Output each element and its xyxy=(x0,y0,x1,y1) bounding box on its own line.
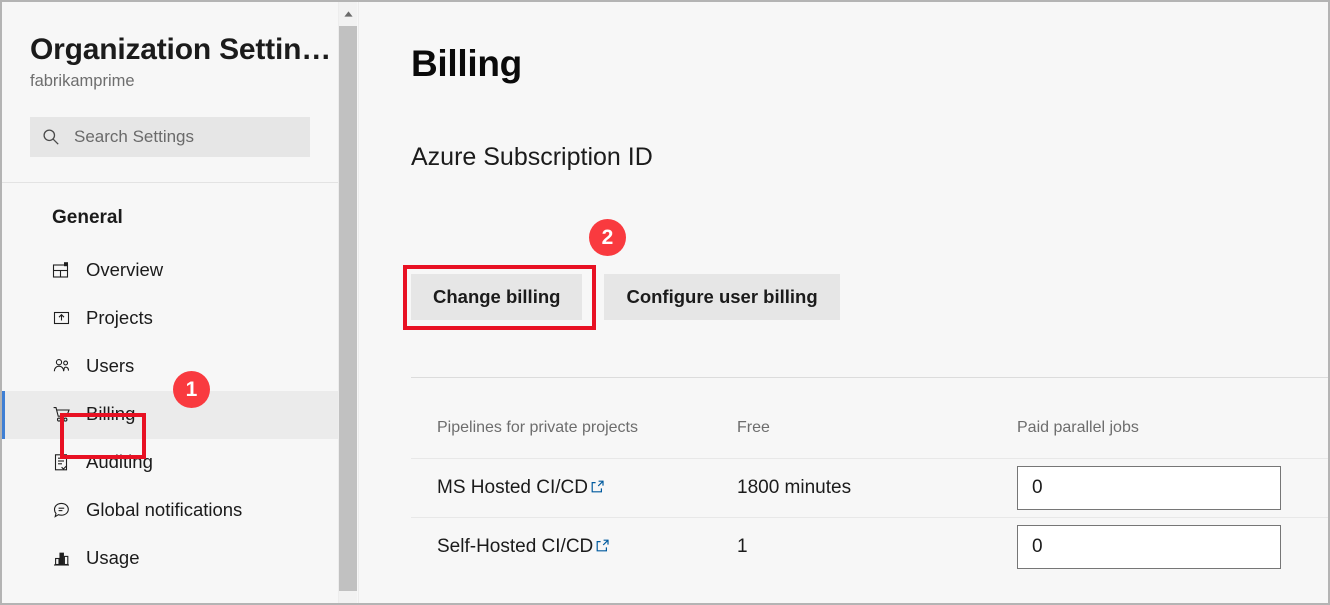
settings-sidebar: Organization Settin… fabrikamprime Searc… xyxy=(2,2,338,603)
sidebar-item-auditing[interactable]: Auditing xyxy=(2,439,338,487)
sidebar-item-label: Users xyxy=(86,355,135,377)
scroll-up-button[interactable] xyxy=(339,2,357,23)
sidebar-item-label: Projects xyxy=(86,307,153,329)
table-header-row: Pipelines for private projects Free Paid… xyxy=(411,408,1328,459)
organization-header: Organization Settin… fabrikamprime xyxy=(2,2,338,93)
column-header-free: Free xyxy=(737,419,770,436)
sidebar-item-label: Auditing xyxy=(86,451,153,473)
organization-name: fabrikamprime xyxy=(30,72,135,91)
pipelines-billing-table: Pipelines for private projects Free Paid… xyxy=(411,408,1328,577)
search-placeholder-text: Search Settings xyxy=(74,127,195,147)
link-label: Self-Hosted CI/CD xyxy=(437,536,594,558)
column-header-paid-parallel-jobs: Paid parallel jobs xyxy=(1017,419,1139,436)
cell-pipeline-name: MS Hosted CI/CD xyxy=(411,458,711,518)
sidebar-item-label: Overview xyxy=(86,259,164,281)
overview-grid-icon xyxy=(52,261,71,280)
users-people-icon xyxy=(52,357,71,376)
billing-cart-icon xyxy=(52,405,71,424)
paid-parallel-jobs-input[interactable] xyxy=(1017,466,1281,510)
projects-upload-box-icon xyxy=(52,309,71,328)
sidebar-item-projects[interactable]: Projects xyxy=(2,295,338,343)
sidebar-item-users[interactable]: Users xyxy=(2,343,338,391)
usage-bar-chart-icon xyxy=(52,549,71,568)
section-title-azure-subscription-id: Azure Subscription ID xyxy=(411,143,653,171)
cell-free-allowance: 1800 minutes xyxy=(711,458,991,518)
sidebar-item-global-notifications[interactable]: Global notifications xyxy=(2,487,338,535)
cell-paid-parallel-jobs xyxy=(991,458,1328,518)
organization-title: Organization Settin… xyxy=(30,33,332,66)
external-link-icon xyxy=(595,537,610,552)
self-hosted-cicd-link[interactable]: Self-Hosted CI/CD xyxy=(437,536,610,558)
configure-user-billing-button[interactable]: Configure user billing xyxy=(604,274,840,320)
auditing-clipboard-check-icon xyxy=(52,453,71,472)
cell-free-allowance: 1 xyxy=(711,517,991,577)
sidebar-item-overview[interactable]: Overview xyxy=(2,247,338,295)
table-row: MS Hosted CI/CD 1800 minutes xyxy=(411,458,1328,518)
sidebar-item-usage[interactable]: Usage xyxy=(2,535,338,583)
cell-pipeline-name: Self-Hosted CI/CD xyxy=(411,517,711,577)
sidebar-group-general: General xyxy=(52,206,123,228)
ms-hosted-cicd-link[interactable]: MS Hosted CI/CD xyxy=(437,477,605,499)
table-row: Self-Hosted CI/CD 1 xyxy=(411,517,1328,577)
sidebar-scrollbar[interactable] xyxy=(338,2,357,603)
organization-settings-window: Organization Settin… fabrikamprime Searc… xyxy=(0,0,1330,605)
paid-parallel-jobs-input[interactable] xyxy=(1017,525,1281,570)
billing-main-content: Billing Azure Subscription ID Change bil… xyxy=(359,2,1328,603)
notifications-speech-bubble-icon xyxy=(52,501,71,520)
sidebar-item-label: Usage xyxy=(86,547,140,569)
external-link-icon xyxy=(590,478,605,493)
chevron-up-icon xyxy=(343,4,353,22)
change-billing-button[interactable]: Change billing xyxy=(411,274,583,320)
cell-paid-parallel-jobs xyxy=(991,517,1328,577)
scrollbar-thumb[interactable] xyxy=(339,26,357,591)
content-divider xyxy=(411,377,1328,378)
sidebar-item-label: Global notifications xyxy=(86,499,243,521)
sidebar-item-label: Billing xyxy=(86,403,136,425)
column-header-pipelines: Pipelines for private projects xyxy=(437,419,638,436)
search-icon xyxy=(42,128,60,146)
billing-actions-row: Change billing Configure user billing xyxy=(411,274,840,320)
link-label: MS Hosted CI/CD xyxy=(437,477,588,498)
sidebar-item-billing[interactable]: Billing xyxy=(2,390,338,439)
sidebar-nav-list: Overview Projects Users Billing Auditing… xyxy=(2,247,338,583)
page-title: Billing xyxy=(411,43,522,84)
search-settings-input[interactable]: Search Settings xyxy=(30,116,310,157)
